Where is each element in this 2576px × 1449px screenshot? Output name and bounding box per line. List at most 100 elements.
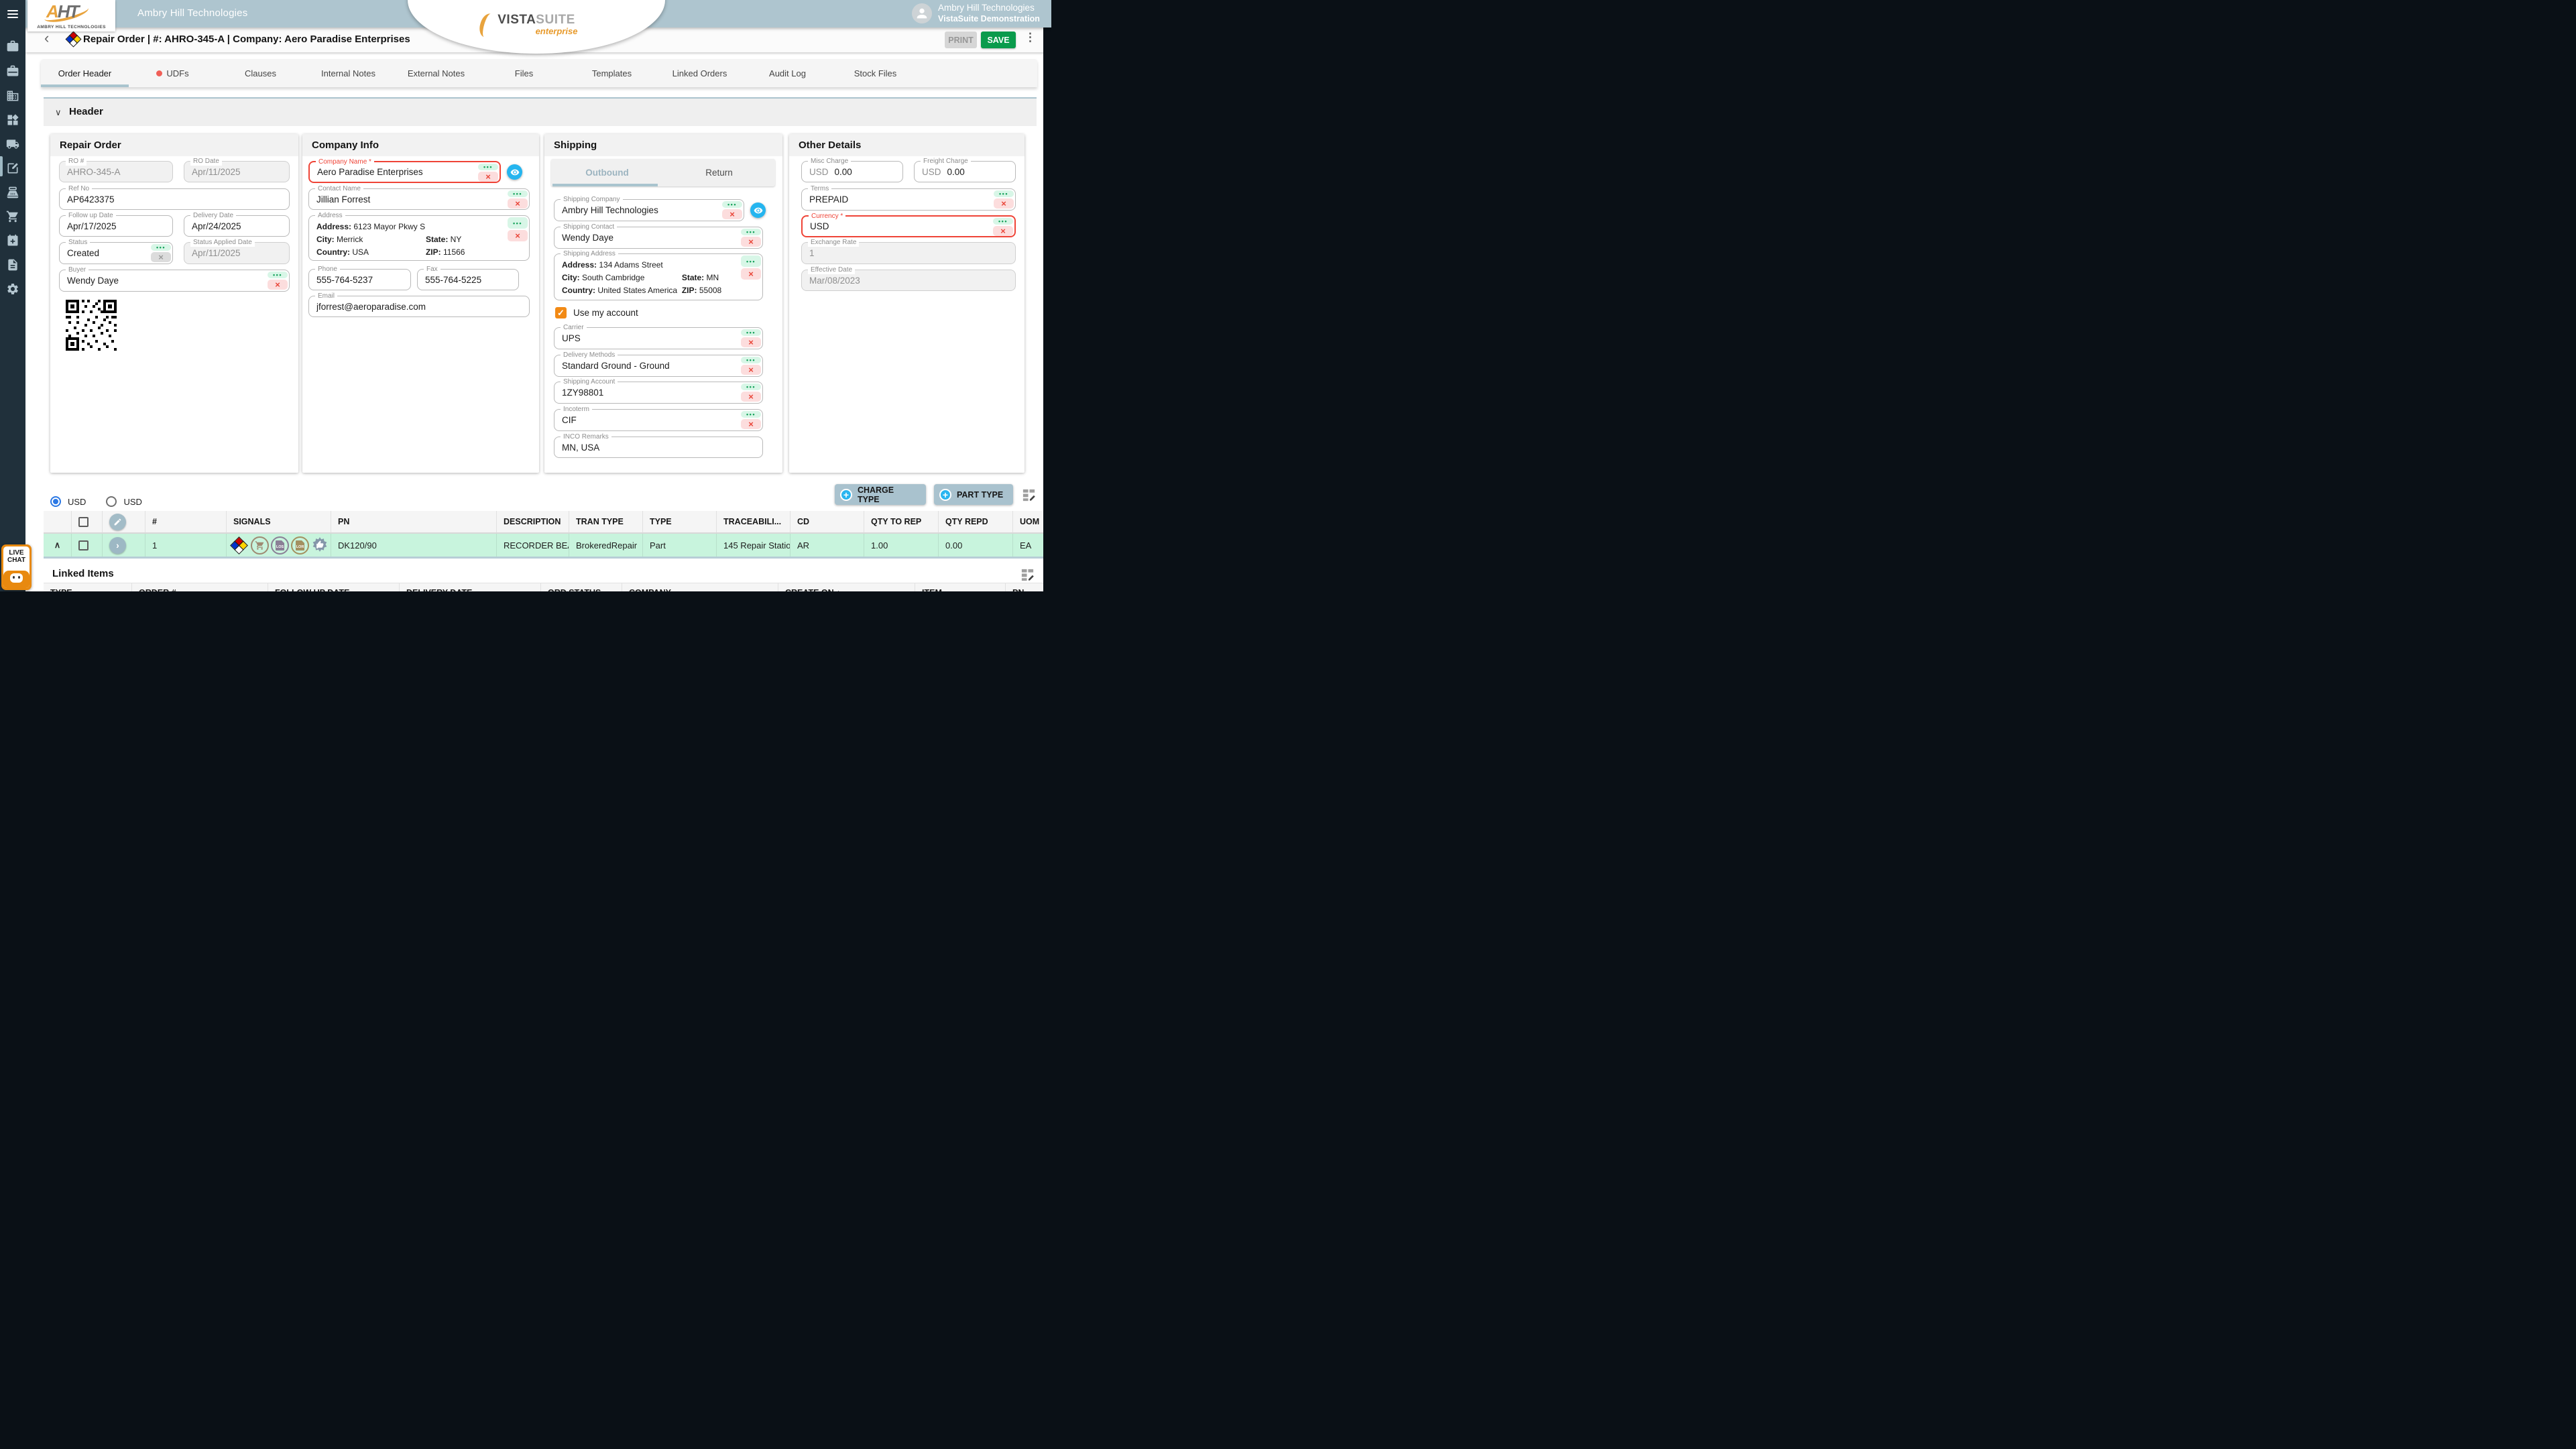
edit-rows-button[interactable] <box>109 514 126 530</box>
sidebar-item-toolbox[interactable] <box>6 40 19 53</box>
repair-order-panel: Repair Order RO #AHRO-345-A RO DateApr/1… <box>50 134 298 473</box>
sidebar-item-shipping[interactable] <box>6 137 19 151</box>
use-my-account-checkbox[interactable]: ✓ <box>555 307 567 318</box>
shipping-address-field[interactable]: Shipping Address Address: 134 Adams Stre… <box>554 253 763 300</box>
incoterm-lookup-button[interactable]: ••• <box>741 411 761 418</box>
address-clear-button[interactable]: × <box>508 230 528 241</box>
follow-up-date-field[interactable]: Follow up DateApr/17/2025 <box>59 215 173 237</box>
shipping-company-clear-button[interactable]: × <box>722 209 742 219</box>
inco-remarks-field[interactable]: INCO RemarksMN, USA <box>554 437 763 458</box>
incoterm-clear-button[interactable]: × <box>741 419 761 429</box>
print-button[interactable]: PRINT <box>945 32 977 48</box>
shipping-contact-lookup-button[interactable]: ••• <box>741 229 761 235</box>
collapse-row-button[interactable]: ∧ <box>54 540 61 550</box>
misc-charge-field[interactable]: Misc Charge USD0.00 <box>801 161 903 182</box>
more-menu-button[interactable]: ⋮ <box>1024 31 1036 44</box>
chevron-down-icon: ∨ <box>55 107 62 118</box>
carrier-lookup-button[interactable]: ••• <box>741 329 761 336</box>
freight-charge-field[interactable]: Freight Charge USD0.00 <box>914 161 1016 182</box>
open-row-button[interactable]: › <box>109 537 126 554</box>
tab-stock-files[interactable]: Stock Files <box>831 59 919 87</box>
tab-order-header[interactable]: Order Header <box>41 59 129 87</box>
sidebar-item-schedule[interactable] <box>6 234 19 247</box>
buyer-lookup-button[interactable]: ••• <box>268 272 288 278</box>
currency-clear-button[interactable]: × <box>993 226 1013 236</box>
sidebar-item-orders[interactable] <box>6 162 19 175</box>
sidebar-item-documents[interactable] <box>6 258 19 272</box>
tab-clauses[interactable]: Clauses <box>217 59 304 87</box>
company-clear-button[interactable]: × <box>478 172 498 182</box>
status-field[interactable]: StatusCreated •••× <box>59 242 173 264</box>
shipping-address-lookup-button[interactable]: ••• <box>741 255 761 267</box>
tab-linked-orders[interactable]: Linked Orders <box>656 59 744 87</box>
tab-files[interactable]: Files <box>480 59 568 87</box>
select-all-checkbox[interactable] <box>78 517 89 527</box>
currency-radio-unselected[interactable] <box>106 496 117 507</box>
user-avatar[interactable] <box>912 3 932 23</box>
delivery-methods-lookup-button[interactable]: ••• <box>741 357 761 363</box>
carrier-field[interactable]: CarrierUPS •••× <box>554 327 763 349</box>
buyer-clear-button[interactable]: × <box>268 280 288 290</box>
shipping-account-lookup-button[interactable]: ••• <box>741 384 761 390</box>
shipping-contact-field[interactable]: Shipping ContactWendy Daye •••× <box>554 227 763 249</box>
edit-linked-columns-button[interactable] <box>1020 567 1035 582</box>
delivery-methods-clear-button[interactable]: × <box>741 365 761 375</box>
delivery-date-field[interactable]: Delivery DateApr/24/2025 <box>184 215 290 237</box>
calendar-plus-icon <box>6 234 19 247</box>
terms-lookup-button[interactable]: ••• <box>994 190 1014 197</box>
row-checkbox[interactable] <box>78 540 89 550</box>
ref-no-field[interactable]: Ref NoAP6423375 <box>59 188 290 210</box>
sidebar-item-company[interactable] <box>6 89 19 103</box>
brand-vista: VISTA <box>497 13 536 27</box>
terms-field[interactable]: TermsPREPAID •••× <box>801 188 1016 211</box>
tab-internal-notes[interactable]: Internal Notes <box>304 59 392 87</box>
live-chat-widget[interactable]: LIVECHAT <box>1 544 32 590</box>
view-shipping-company-button[interactable] <box>750 202 766 218</box>
shipping-account-field[interactable]: Shipping Account1ZY98801 •••× <box>554 382 763 404</box>
shipping-contact-clear-button[interactable]: × <box>741 237 761 247</box>
shipping-company-field[interactable]: Shipping CompanyAmbry Hill Technologies … <box>554 199 744 221</box>
sidebar-item-settings[interactable] <box>6 282 19 296</box>
status-lookup-button[interactable]: ••• <box>151 244 171 251</box>
fax-field[interactable]: Fax555-764-5225 <box>417 269 519 290</box>
incoterm-field[interactable]: IncotermCIF •••× <box>554 409 763 431</box>
currency-lookup-button[interactable]: ••• <box>993 218 1013 225</box>
view-company-button[interactable] <box>507 164 522 180</box>
item-row[interactable]: ∧ › 1 LOS LOR DK120/90 RECORDER BEA... B… <box>44 534 1043 559</box>
currency-field[interactable]: Currency *USD •••× <box>801 215 1016 237</box>
back-button[interactable]: ‹ <box>44 30 49 47</box>
shipping-address-clear-button[interactable]: × <box>741 268 761 280</box>
contact-clear-button[interactable]: × <box>508 198 528 209</box>
sidebar-item-briefcase[interactable] <box>6 64 19 78</box>
address-field[interactable]: Address Address: 6123 Mayor Pkwy S City:… <box>308 215 530 261</box>
tab-templates[interactable]: Templates <box>568 59 656 87</box>
contact-lookup-button[interactable]: ••• <box>508 190 528 197</box>
terms-clear-button[interactable]: × <box>994 198 1014 209</box>
tab-external-notes[interactable]: External Notes <box>392 59 480 87</box>
sidebar-item-inventory[interactable] <box>6 113 19 127</box>
sidebar-item-pos[interactable] <box>6 186 19 199</box>
delivery-methods-field[interactable]: Delivery MethodsStandard Ground - Ground… <box>554 355 763 377</box>
carrier-clear-button[interactable]: × <box>741 337 761 347</box>
buyer-field[interactable]: BuyerWendy Daye •••× <box>59 270 290 292</box>
shipping-company-lookup-button[interactable]: ••• <box>722 201 742 208</box>
add-charge-type-button[interactable]: +CHARGE TYPE <box>835 484 926 505</box>
company-lookup-button[interactable]: ••• <box>478 164 498 170</box>
contact-name-field[interactable]: Contact NameJillian Forrest •••× <box>308 188 530 210</box>
edit-columns-button[interactable] <box>1021 487 1037 502</box>
tab-udfs[interactable]: UDFs <box>129 59 217 87</box>
header-section-toggle[interactable]: ∨ Header <box>44 97 1037 126</box>
add-part-type-button[interactable]: +PART TYPE <box>934 484 1013 505</box>
phone-field[interactable]: Phone555-764-5237 <box>308 269 411 290</box>
email-field[interactable]: Emailjforrest@aeroparadise.com <box>308 296 530 317</box>
tab-return[interactable]: Return <box>663 159 775 186</box>
save-button[interactable]: SAVE <box>981 32 1016 48</box>
company-name-field[interactable]: Company Name *Aero Paradise Enterprises … <box>308 161 501 183</box>
shipping-account-clear-button[interactable]: × <box>741 392 761 402</box>
sidebar-item-purchasing[interactable] <box>6 210 19 223</box>
menu-hamburger-icon[interactable] <box>7 10 18 20</box>
tab-outbound[interactable]: Outbound <box>551 159 663 186</box>
tab-audit-log[interactable]: Audit Log <box>744 59 831 87</box>
address-lookup-button[interactable]: ••• <box>508 217 528 229</box>
currency-radio-selected[interactable] <box>50 496 61 507</box>
